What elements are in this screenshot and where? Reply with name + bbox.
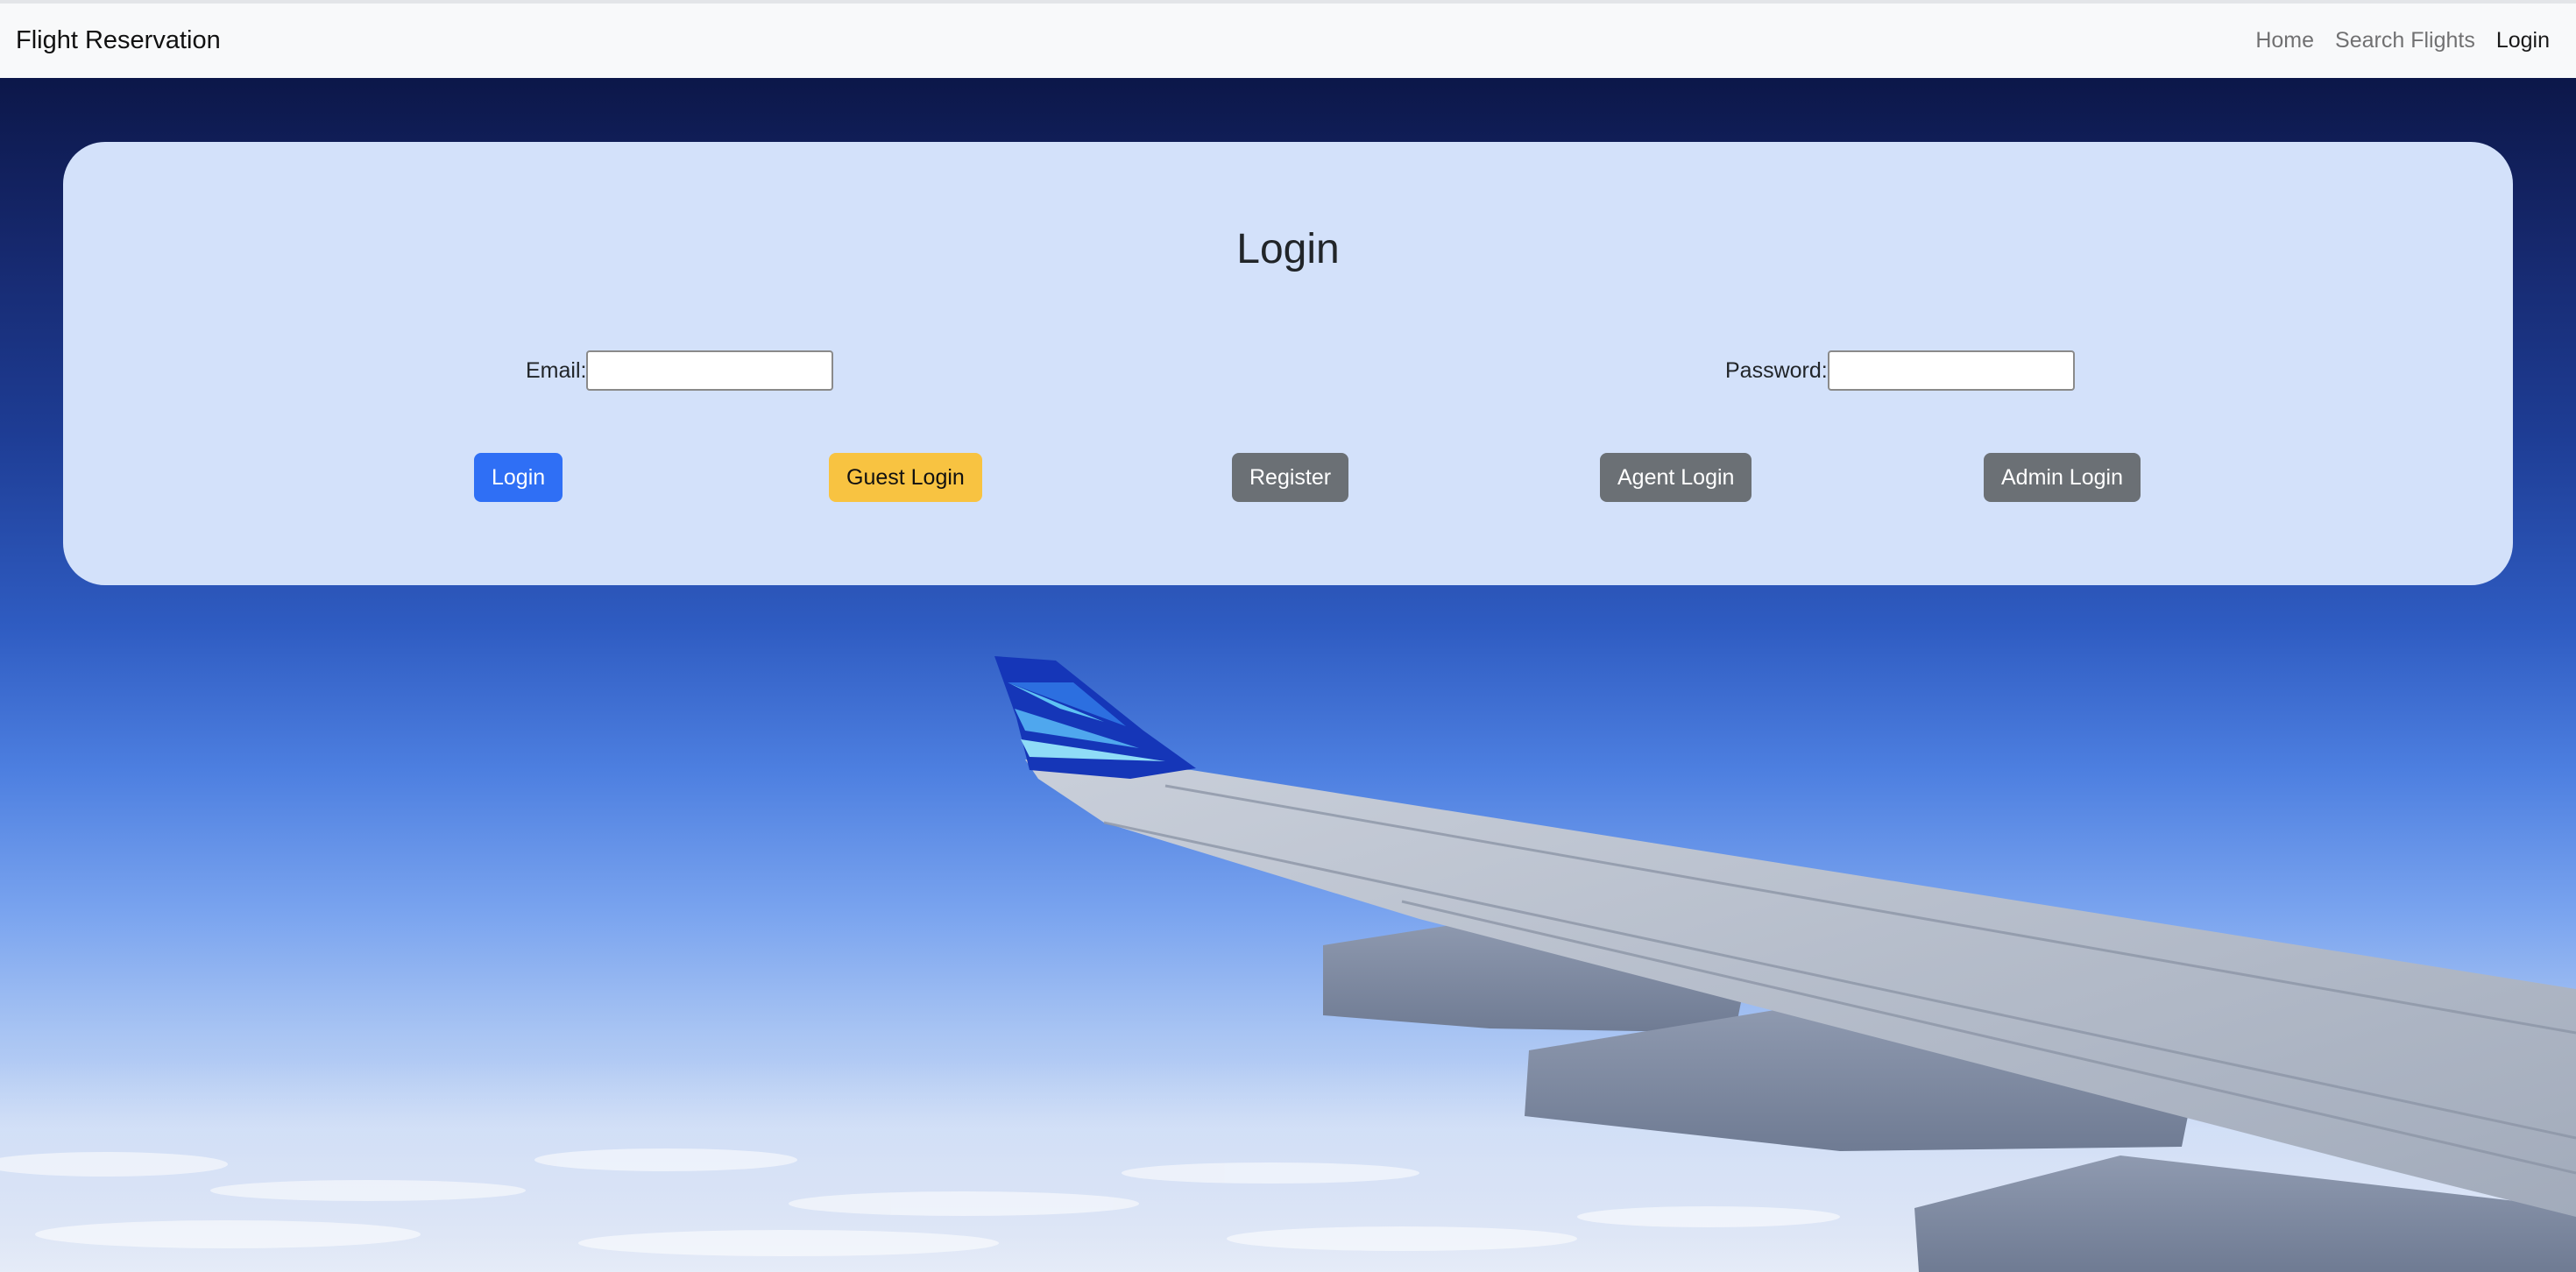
admin-login-button[interactable]: Admin Login	[1984, 453, 2141, 502]
login-title: Login	[1236, 226, 1340, 272]
register-button[interactable]: Register	[1232, 453, 1349, 502]
login-card: Login Email: Password: Login Guest Login…	[63, 142, 2513, 585]
nav-link-home[interactable]: Home	[2255, 28, 2314, 53]
password-field-group: Password:	[1725, 350, 2075, 391]
nav-links: Home Search Flights Login	[2255, 28, 2560, 53]
guest-login-button[interactable]: Guest Login	[829, 453, 982, 502]
login-button[interactable]: Login	[474, 453, 563, 502]
email-field[interactable]	[586, 350, 834, 391]
nav-link-login[interactable]: Login	[2496, 28, 2550, 53]
agent-login-button[interactable]: Agent Login	[1600, 453, 1752, 502]
email-field-group: Email:	[526, 350, 834, 391]
top-navbar: Flight Reservation Home Search Flights L…	[0, 0, 2576, 78]
password-field[interactable]	[1827, 350, 2075, 391]
nav-link-search-flights[interactable]: Search Flights	[2335, 28, 2475, 53]
email-label: Email:	[526, 357, 587, 383]
brand-link[interactable]: Flight Reservation	[16, 26, 221, 55]
password-label: Password:	[1725, 357, 1828, 383]
